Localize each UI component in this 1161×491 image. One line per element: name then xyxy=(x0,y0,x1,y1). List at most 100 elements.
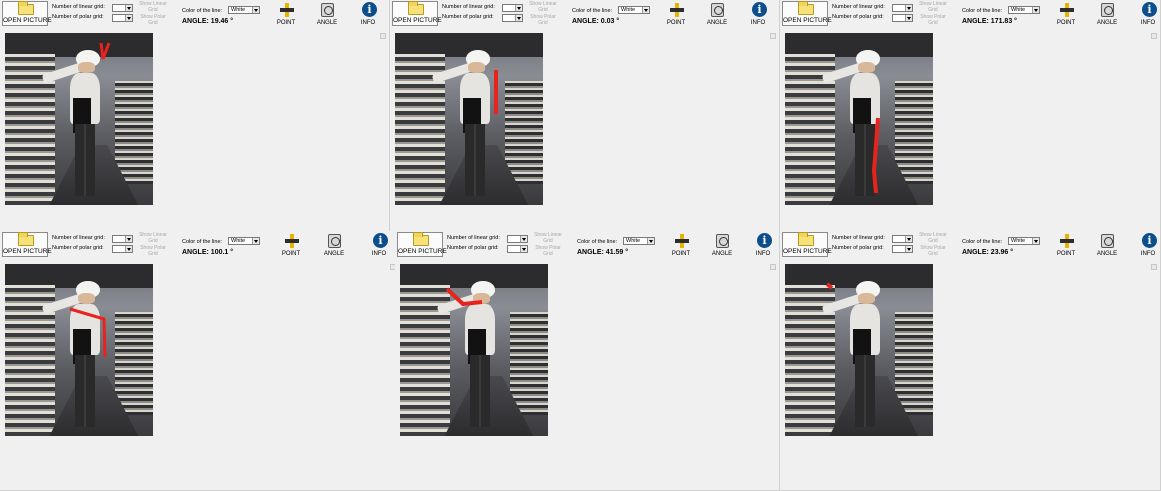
linear-grid-select[interactable] xyxy=(892,235,913,243)
scroll-arrow-icon[interactable] xyxy=(770,264,776,270)
linear-grid-select[interactable] xyxy=(112,4,133,12)
angle-button[interactable]: ANGLE xyxy=(315,1,339,26)
open-picture-button[interactable]: OPEN PICTURE xyxy=(2,232,52,257)
chevron-down-icon xyxy=(515,15,522,21)
show-polar-grid-button[interactable]: Show Polar Grid xyxy=(138,14,168,27)
line-color-label: Color of the line: xyxy=(572,8,613,14)
toolbar: OPEN PICTURE Number of linear grid: Number… xyxy=(0,231,399,259)
info-label: INFO xyxy=(755,251,771,257)
point-button[interactable]: POINT xyxy=(1054,1,1078,26)
linear-grid-select[interactable] xyxy=(892,4,913,12)
folder-icon xyxy=(798,1,814,15)
scroll-arrow-icon[interactable] xyxy=(1151,33,1157,39)
angle-readout: ANGLE: 0.03 ° xyxy=(572,18,619,25)
show-polar-grid-button[interactable]: Show Polar Grid xyxy=(138,245,168,258)
show-polar-grid-button[interactable]: Show Polar Grid xyxy=(528,14,558,27)
info-button[interactable]: i INFO xyxy=(1136,232,1160,257)
linear-grid-select[interactable] xyxy=(112,235,133,243)
info-icon: i xyxy=(757,233,772,248)
line-color-select[interactable]: White xyxy=(228,6,260,14)
polar-grid-select[interactable] xyxy=(112,245,133,253)
polar-grid-label: Number of polar grid: xyxy=(447,245,499,251)
point-button[interactable]: POINT xyxy=(1054,232,1078,257)
angle-value: 100.1 ° xyxy=(210,249,234,256)
chevron-down-icon xyxy=(252,238,259,244)
open-picture-button[interactable]: OPEN PICTURE xyxy=(2,1,52,26)
show-polar-grid-button[interactable]: Show Polar Grid xyxy=(918,14,948,27)
line-color-select[interactable]: White xyxy=(228,237,260,245)
open-picture-label: OPEN PICTURE xyxy=(393,17,442,24)
line-color-value: White xyxy=(231,238,246,244)
angle-label: ANGLE xyxy=(323,251,345,257)
show-linear-grid-button[interactable]: Show Linear Grid xyxy=(528,1,558,14)
show-linear-grid-button[interactable]: Show Linear Grid xyxy=(918,1,948,14)
loaded-photo[interactable] xyxy=(5,264,153,436)
point-icon xyxy=(675,234,689,248)
show-polar-grid-button[interactable]: Show Polar Grid xyxy=(533,245,563,258)
chevron-down-icon xyxy=(1032,238,1039,244)
linear-grid-select[interactable] xyxy=(502,4,523,12)
show-linear-grid-button[interactable]: Show Linear Grid xyxy=(138,232,168,245)
loaded-photo[interactable] xyxy=(400,264,548,436)
info-button[interactable]: i INFO xyxy=(1136,1,1160,26)
screenshot-grid: OPEN PICTURE Number of linear grid: Number… xyxy=(0,0,1161,491)
angle-button[interactable]: ANGLE xyxy=(710,232,734,257)
polar-grid-select[interactable] xyxy=(892,14,913,22)
polar-grid-label: Number of polar grid: xyxy=(52,245,104,251)
info-label: INFO xyxy=(360,20,376,26)
open-picture-button[interactable]: OPEN PICTURE xyxy=(782,1,832,26)
point-icon xyxy=(1060,3,1074,17)
app-window-3: OPEN PICTURE Number of linear grid: Number… xyxy=(780,0,1161,233)
loaded-photo[interactable] xyxy=(395,33,543,205)
toolbar: OPEN PICTURE Number of linear grid: Number… xyxy=(780,231,1160,259)
point-button[interactable]: POINT xyxy=(279,232,303,257)
show-linear-grid-button[interactable]: Show Linear Grid xyxy=(918,232,948,245)
info-button[interactable]: i INFO xyxy=(746,1,770,26)
open-picture-button[interactable]: OPEN PICTURE xyxy=(397,232,447,257)
polar-grid-select[interactable] xyxy=(507,245,528,253)
scroll-arrow-icon[interactable] xyxy=(770,33,776,39)
line-color-select[interactable]: White xyxy=(618,6,650,14)
polar-grid-select[interactable] xyxy=(502,14,523,22)
line-color-label: Color of the line: xyxy=(577,239,618,245)
polar-grid-select[interactable] xyxy=(112,14,133,22)
toolbar: OPEN PICTURE Number of linear grid: Number… xyxy=(780,0,1160,28)
point-button[interactable]: POINT xyxy=(669,232,693,257)
line-color-select[interactable]: White xyxy=(1008,6,1040,14)
point-button[interactable]: POINT xyxy=(274,1,298,26)
open-picture-button[interactable]: OPEN PICTURE xyxy=(782,232,832,257)
line-color-select[interactable]: White xyxy=(1008,237,1040,245)
linear-grid-label: Number of linear grid: xyxy=(832,235,885,241)
angle-button[interactable]: ANGLE xyxy=(1095,1,1119,26)
loaded-photo[interactable] xyxy=(785,33,933,205)
open-picture-button[interactable]: OPEN PICTURE xyxy=(392,1,442,26)
loaded-photo[interactable] xyxy=(5,33,153,205)
line-color-select[interactable]: White xyxy=(623,237,655,245)
angle-prefix: ANGLE: xyxy=(572,18,599,25)
angle-prefix: ANGLE: xyxy=(577,249,604,256)
polar-grid-label: Number of polar grid: xyxy=(442,14,494,20)
chevron-down-icon xyxy=(905,236,912,242)
info-button[interactable]: i INFO xyxy=(367,232,391,257)
angle-button[interactable]: ANGLE xyxy=(322,232,346,257)
angle-button[interactable]: ANGLE xyxy=(705,1,729,26)
angle-icon xyxy=(321,3,334,17)
linear-grid-select[interactable] xyxy=(507,235,528,243)
angle-readout: ANGLE: 19.46 ° xyxy=(182,18,233,25)
show-polar-grid-button[interactable]: Show Polar Grid xyxy=(918,245,948,258)
app-window-2: OPEN PICTURE Number of linear grid: Number… xyxy=(390,0,780,233)
polar-grid-label: Number of polar grid: xyxy=(832,245,884,251)
info-button[interactable]: i INFO xyxy=(356,1,380,26)
angle-button[interactable]: ANGLE xyxy=(1095,232,1119,257)
info-button[interactable]: i INFO xyxy=(751,232,775,257)
info-label: INFO xyxy=(1140,20,1156,26)
point-button[interactable]: POINT xyxy=(664,1,688,26)
loaded-photo[interactable] xyxy=(785,264,933,436)
show-linear-grid-button[interactable]: Show Linear Grid xyxy=(138,1,168,14)
angle-prefix: ANGLE: xyxy=(962,249,989,256)
show-linear-grid-button[interactable]: Show Linear Grid xyxy=(533,232,563,245)
polar-grid-select[interactable] xyxy=(892,245,913,253)
scroll-arrow-icon[interactable] xyxy=(1151,264,1157,270)
line-color-value: White xyxy=(621,7,636,13)
scroll-arrow-icon[interactable] xyxy=(380,33,386,39)
